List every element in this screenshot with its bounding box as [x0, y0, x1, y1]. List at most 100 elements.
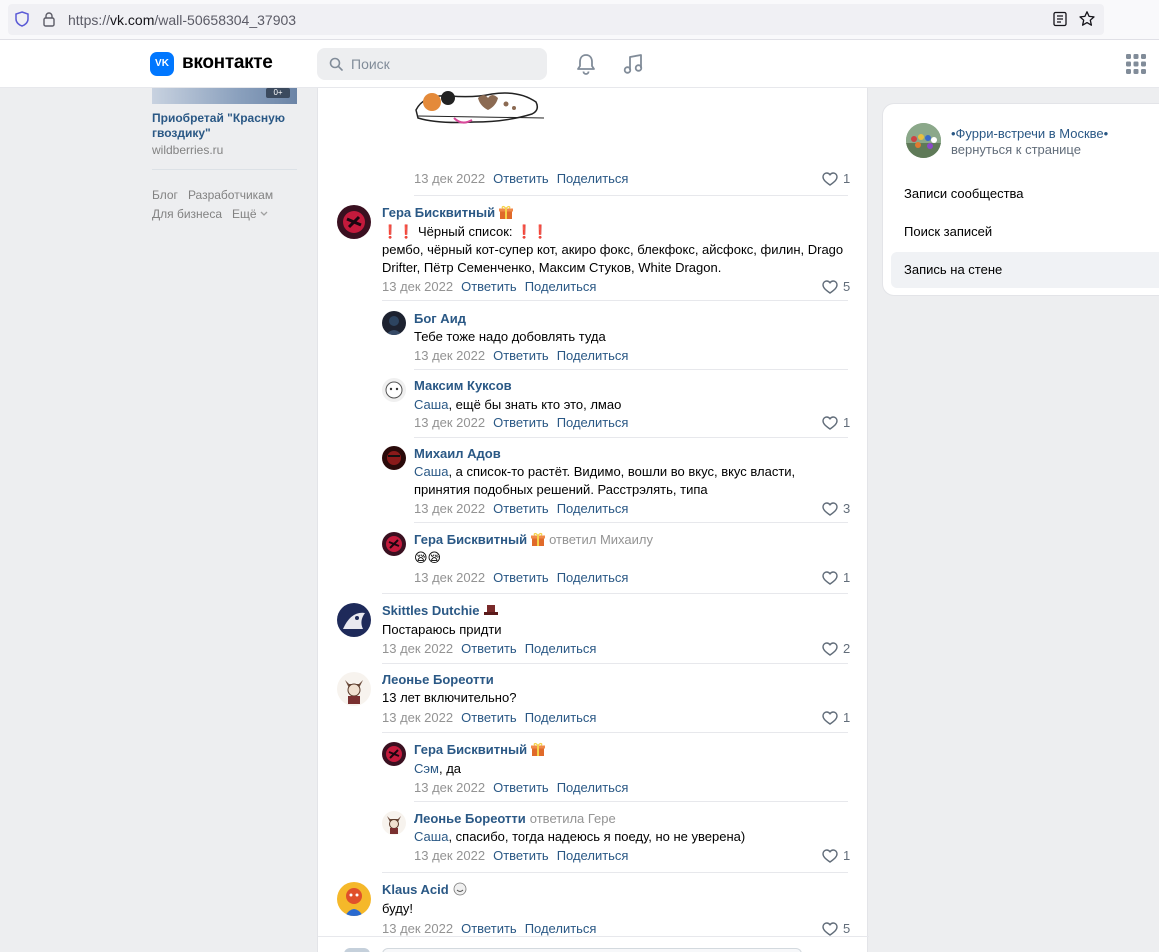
comment-author[interactable]: Skittles Dutchie [382, 603, 498, 618]
vk-logo[interactable]: VK [150, 52, 174, 76]
group-name[interactable]: •Фурри-встречи в Москве• [951, 126, 1108, 141]
link-blog[interactable]: Блог [152, 188, 178, 202]
reply-link[interactable]: Ответить [493, 348, 549, 363]
reply-target[interactable]: ответила Гере [530, 811, 616, 826]
link-more[interactable]: Ещё [232, 207, 268, 221]
comment-author[interactable]: Гера Бисквитный ответил Михаилу [414, 532, 653, 547]
bookmark-star-icon[interactable] [1078, 10, 1096, 28]
reader-view-icon[interactable] [1052, 11, 1068, 27]
bell-icon[interactable] [575, 52, 597, 76]
comment-meta: 13 дек 2022 Ответить Поделиться [414, 348, 629, 363]
share-link[interactable]: Поделиться [557, 780, 629, 795]
reply-link[interactable]: Ответить [461, 710, 517, 725]
search-input[interactable]: Поиск [317, 48, 547, 80]
share-link[interactable]: Поделиться [525, 279, 597, 294]
reply-link[interactable]: Ответить [461, 921, 517, 936]
ad-title[interactable]: Приобретай "Красную гвоздику" [152, 111, 292, 141]
avatar[interactable] [382, 378, 406, 402]
avatar[interactable] [382, 811, 406, 835]
comment-author[interactable]: Максим Куксов [414, 378, 512, 393]
comment-author[interactable]: Леонье Бореотти ответила Гере [414, 811, 616, 826]
gift-icon [499, 205, 514, 219]
share-link[interactable]: Поделиться [557, 415, 629, 430]
avatar[interactable] [337, 603, 371, 637]
shield-icon[interactable] [14, 11, 30, 27]
address-bar[interactable]: https://vk.com/wall-50658304_37903 [8, 4, 1104, 35]
comment-text: Саша, спасибо, тогда надеюсь я поеду, но… [414, 829, 746, 844]
group-avatar[interactable] [906, 123, 941, 158]
comment-author[interactable]: Бог Аид [414, 311, 466, 326]
share-link[interactable]: Поделиться [557, 570, 629, 585]
mention-link[interactable]: Сэм [414, 761, 439, 776]
avatar[interactable] [337, 672, 371, 706]
share-link[interactable]: Поделиться [525, 641, 597, 656]
link-business[interactable]: Для бизнеса [152, 207, 222, 221]
comment-author[interactable]: Леонье Бореотти [382, 672, 494, 687]
menu-wall-post[interactable]: Запись на стене [891, 252, 1159, 288]
avatar[interactable] [382, 311, 406, 335]
avatar[interactable] [382, 532, 406, 556]
mention-link[interactable]: Саша [414, 464, 448, 479]
menu-community-posts[interactable]: Записи сообщества [891, 176, 1159, 212]
heart-icon [822, 849, 838, 863]
share-link[interactable]: Поделиться [525, 710, 597, 725]
mention-link[interactable]: Саша [414, 829, 448, 844]
avatar[interactable] [382, 446, 406, 470]
mention-link[interactable]: Саша [414, 397, 448, 412]
reply-link[interactable]: Ответить [493, 171, 549, 186]
comment-author[interactable]: Гера Бисквитный [382, 205, 514, 220]
avatar[interactable] [344, 948, 370, 952]
like-button[interactable]: 1 [822, 171, 850, 186]
share-link[interactable]: Поделиться [557, 171, 629, 186]
comment-author[interactable]: Klaus Acid [382, 882, 467, 897]
share-link[interactable]: Поделиться [557, 848, 629, 863]
reply-link[interactable]: Ответить [461, 279, 517, 294]
browser-toolbar: https://vk.com/wall-50658304_37903 [0, 0, 1159, 40]
like-button[interactable]: 5 [822, 921, 850, 936]
share-link[interactable]: Поделиться [557, 501, 629, 516]
apps-grid-icon[interactable] [1126, 54, 1146, 74]
avatar[interactable] [337, 205, 371, 239]
like-button[interactable]: 1 [822, 415, 850, 430]
heart-icon [822, 922, 838, 936]
brand-name[interactable]: вконтакте [182, 52, 273, 74]
reply-link[interactable]: Ответить [493, 570, 549, 585]
age-rating-badge: 0+ [266, 88, 290, 98]
like-button[interactable]: 3 [822, 501, 850, 516]
heart-icon [822, 172, 838, 186]
divider [414, 195, 848, 196]
gift-icon [531, 742, 546, 756]
reply-link[interactable]: Ответить [493, 848, 549, 863]
avatar[interactable] [337, 882, 371, 916]
divider [318, 936, 869, 937]
ad-site[interactable]: wildberries.ru [152, 143, 223, 157]
reply-link[interactable]: Ответить [493, 780, 549, 795]
avatar[interactable] [382, 742, 406, 766]
heart-icon [822, 642, 838, 656]
music-icon[interactable] [622, 52, 644, 76]
link-developers[interactable]: Разработчикам [188, 188, 273, 202]
like-button[interactable]: 1 [822, 710, 850, 725]
comment-author[interactable]: Михаил Адов [414, 446, 501, 461]
reply-link[interactable]: Ответить [461, 641, 517, 656]
share-link[interactable]: Поделиться [557, 348, 629, 363]
reply-target[interactable]: ответил Михаилу [549, 532, 653, 547]
comment-text: Сэм, да [414, 761, 462, 776]
menu-search-posts[interactable]: Поиск записей [891, 214, 1159, 250]
exclamation-icon: ❗❗ [512, 224, 549, 239]
comment-author[interactable]: Гера Бисквитный [414, 742, 546, 757]
like-button[interactable]: 1 [822, 848, 850, 863]
like-button[interactable]: 5 [822, 279, 850, 294]
divider [382, 872, 848, 873]
share-link[interactable]: Поделиться [525, 921, 597, 936]
search-icon [329, 57, 343, 71]
reply-link[interactable]: Ответить [493, 415, 549, 430]
url-text[interactable]: https://vk.com/wall-50658304_37903 [68, 12, 296, 28]
like-button[interactable]: 1 [822, 570, 850, 585]
like-button[interactable]: 2 [822, 641, 850, 656]
reply-link[interactable]: Ответить [493, 501, 549, 516]
comment-meta: 13 дек 2022 Ответить Поделиться [414, 848, 629, 863]
back-to-page-link[interactable]: вернуться к странице [951, 142, 1081, 157]
lock-icon[interactable] [41, 11, 57, 27]
reply-composer[interactable] [382, 948, 802, 952]
